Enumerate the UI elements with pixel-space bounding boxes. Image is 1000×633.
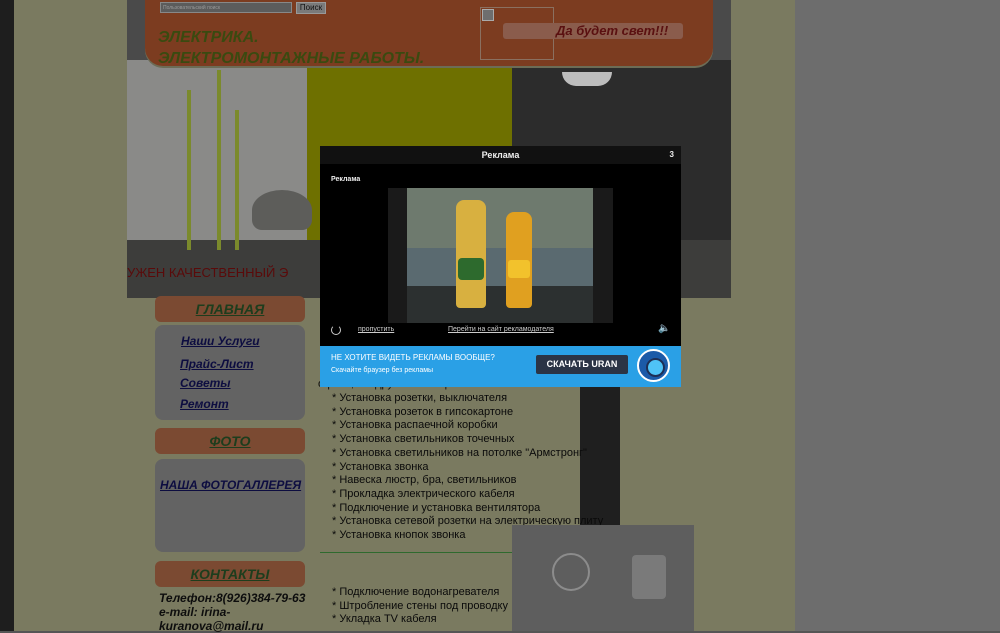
list-item: * Установка светильников на потолке "Арм… [332,446,587,459]
site-title: ЭЛЕКТРИКА. ЭЛЕКТРОМОНТАЖНЫЕ РАБОТЫ. [158,27,478,69]
nav-link-services[interactable]: Наши Услуги [181,334,260,348]
ad-inner-label: Реклама [331,176,361,183]
plant-decor [252,190,312,230]
ad-video-frame [407,188,593,323]
list-item: * Штробление стены под проводку [332,599,508,612]
nav-panel-gallery [155,459,305,552]
site-title-line1: ЭЛЕКТРИКА. [158,29,259,46]
nav-link-price[interactable]: Прайс-Лист [180,357,254,371]
promo-subtitle: Скачайте браузер без рекламы [331,367,434,374]
contact-email-line1: e-mail: irina- [159,605,231,619]
nav-link-gallery[interactable]: НАША ФОТОГАЛЛЕРЕЯ [160,478,301,492]
socket-icon [632,555,666,599]
bulb-socket-image [512,525,694,631]
promo-title: НЕ ХОТИТЕ ВИДЕТЬ РЕКЛАМЫ ВООБЩЕ? [331,353,495,362]
bamboo-stem [235,110,239,250]
bottle-label [458,258,484,280]
nav-link-tips[interactable]: Советы [180,376,231,390]
contact-phone: Телефон:8(926)384-79-63 [159,591,306,605]
list-item: * Установка звонка [332,460,429,473]
ad-countdown: 3 [669,150,674,159]
bamboo-stem [217,70,221,250]
oil-bottle-image [456,200,486,308]
slogan: Да будет свет!!! [556,23,669,38]
list-item: * Навеска люстр, бра, светильников [332,474,517,487]
store-shelf [407,188,593,248]
bamboo-stem [187,90,191,250]
service-list: * Установка розетки, выключателя * Устан… [332,392,603,543]
list-item: * Установка розеток в гипсокартоне [332,405,514,418]
list-item: * Подключение водонагревателя [332,586,500,598]
volume-icon[interactable]: 🔈 [658,323,670,334]
left-edge-strip [0,0,14,631]
contact-info: Телефон:8(926)384-79-63 e-mail: irina- k… [159,591,309,633]
site-title-line2: ЭЛЕКТРОМОНТАЖНЫЕ РАБОТЫ. [158,50,425,67]
ad-advertiser-link[interactable]: Перейти на сайт рекламодателя [448,326,554,333]
nav-link-repair[interactable]: Ремонт [180,397,229,411]
search-input[interactable]: Пользовательский поиск [160,2,292,13]
nav-home[interactable]: ГЛАВНАЯ [155,296,305,322]
search-button[interactable]: Поиск [296,2,326,14]
list-item: * Прокладка электрического кабеля [332,487,515,500]
list-item: * Установка распаечной коробки [332,419,498,432]
broken-image-icon [482,9,494,21]
section-divider [320,552,512,553]
bottle-label [508,260,530,278]
oil-bottle-image [506,212,532,308]
ad-promo-bar: НЕ ХОТИТЕ ВИДЕТЬ РЕКЛАМЫ ВООБЩЕ? Скачайт… [320,346,681,387]
uran-logo-icon [637,349,670,382]
list-item: * Установка светильников точечных [332,433,515,446]
list-item: * Подключение и установка вентилятора [332,501,541,514]
download-uran-button[interactable]: СКАЧАТЬ URAN [536,355,628,374]
right-blank-area [795,0,1000,631]
list-item: * Укладка TV кабеля [332,613,437,626]
service-list-2: * Подключение водонагревателя * Штроблен… [332,586,508,627]
ad-modal-header: Реклама 3 [320,146,681,164]
ceiling-lamp [562,72,612,86]
nav-contacts[interactable]: КОНТАКТЫ [155,561,305,587]
lightbulb-icon [552,553,590,591]
list-item: * Установка розетки, выключателя [332,392,508,404]
ad-video[interactable] [388,188,613,323]
ad-modal-title: Реклама [481,150,520,160]
ad-modal: Реклама 3 Реклама пропустить Перейти на … [320,146,681,387]
nav-photo[interactable]: ФОТО [155,428,305,454]
marquee-text: УЖЕН КАЧЕСТВЕННЫЙ Э [127,265,289,280]
loading-spinner-icon [331,325,341,335]
ad-skip-link[interactable]: пропустить [358,326,394,333]
store-counter [407,286,593,323]
